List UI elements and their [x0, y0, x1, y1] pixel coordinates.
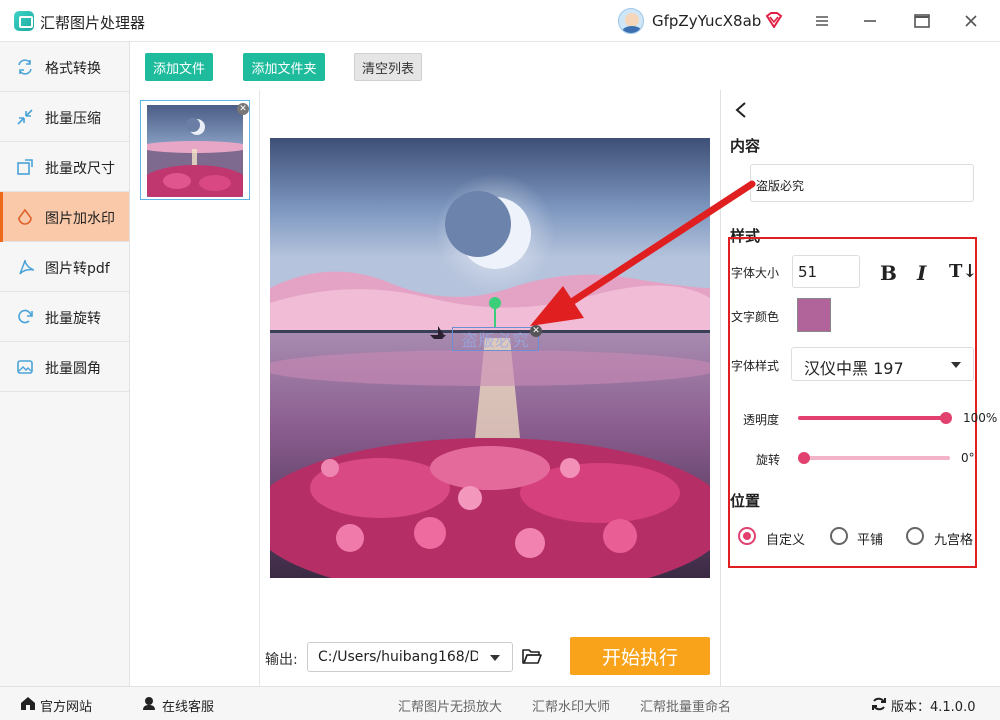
rounded-corner-icon	[17, 360, 33, 374]
sidebar-item-label: 批量改尺寸	[45, 161, 115, 177]
position-section-title: 位置	[730, 492, 761, 510]
file-thumbnail[interactable]: ✕	[140, 100, 250, 200]
watermark-icon	[18, 208, 32, 225]
watermark-text-box[interactable]: 盗版必究	[452, 327, 539, 351]
maximize-icon[interactable]	[910, 9, 934, 33]
add-folder-button[interactable]: 添加文件夹	[243, 53, 325, 81]
text-color-label: 文字颜色	[731, 310, 780, 324]
font-size-input[interactable]: 51	[792, 255, 860, 288]
font-style-label: 字体样式	[731, 359, 780, 373]
output-label: 输出:	[265, 652, 298, 668]
sidebar-item-compress[interactable]: 批量压缩	[0, 92, 129, 142]
watermark-rotate-handle[interactable]	[489, 297, 501, 309]
text-direction-button[interactable]: T↓	[949, 261, 977, 282]
file-list: ✕	[130, 90, 260, 686]
add-file-button[interactable]: 添加文件	[145, 53, 213, 81]
start-button[interactable]: 开始执行	[570, 637, 710, 675]
font-style-select[interactable]: 汉仪中黑 197	[791, 347, 974, 381]
sidebar-item-rotate[interactable]: 批量旋转	[0, 292, 129, 342]
chevron-down-icon	[490, 655, 500, 661]
rotate-slider[interactable]	[804, 456, 950, 460]
refresh-icon[interactable]	[871, 696, 887, 712]
headset-icon	[143, 697, 155, 710]
sidebar-item-label: 批量压缩	[45, 111, 101, 127]
position-radio-tile[interactable]	[830, 527, 848, 545]
sidebar-item-watermark[interactable]: 图片加水印	[0, 192, 129, 242]
font-size-label: 字体大小	[731, 266, 780, 280]
app-logo-icon	[14, 11, 34, 31]
image-preview[interactable]	[270, 138, 710, 578]
rotate-label: 旋转	[756, 453, 781, 467]
user-name[interactable]: GfpZyYucX8ab	[652, 12, 761, 30]
official-website-link[interactable]: 官方网站	[40, 696, 92, 715]
close-icon[interactable]	[959, 9, 983, 33]
chevron-down-icon	[951, 362, 961, 368]
sidebar-item-label: 批量圆角	[45, 361, 101, 377]
back-arrow-icon[interactable]	[733, 101, 749, 119]
home-icon	[21, 697, 35, 710]
sidebar-item-format-convert[interactable]: 格式转换	[0, 42, 129, 92]
rotate-slider-knob[interactable]	[798, 452, 810, 464]
position-option-label: 九宫格	[934, 533, 974, 548]
italic-button[interactable]: I	[917, 261, 926, 285]
font-style-value: 汉仪中黑 197	[804, 359, 904, 378]
minimize-icon[interactable]	[858, 9, 882, 33]
position-option-label: 自定义	[766, 533, 806, 548]
menu-icon[interactable]	[810, 9, 834, 33]
text-color-swatch[interactable]	[797, 298, 831, 332]
online-support-link[interactable]: 在线客服	[162, 696, 214, 715]
output-path-value: C:/Users/huibang168/D	[318, 649, 478, 665]
sidebar-item-resize[interactable]: 批量改尺寸	[0, 142, 129, 192]
sidebar-item-pdf[interactable]: 图片转pdf	[0, 242, 129, 292]
app-title: 汇帮图片处理器	[40, 14, 146, 32]
sidebar-item-label: 格式转换	[45, 61, 101, 77]
content-section-title: 内容	[730, 137, 761, 155]
folder-icon[interactable]	[522, 647, 542, 665]
rotate-value: 0°	[961, 451, 975, 465]
footer-link-watermark-master[interactable]: 汇帮水印大师	[532, 696, 610, 715]
rotate-icon	[18, 309, 33, 324]
opacity-value: 100%	[963, 411, 998, 425]
status-bar: 官方网站 在线客服 汇帮图片无损放大 汇帮水印大师 汇帮批量重命名 版本：4.1…	[0, 686, 1000, 720]
output-path-select[interactable]: C:/Users/huibang168/D	[307, 642, 513, 672]
footer-link-upscale[interactable]: 汇帮图片无损放大	[398, 696, 502, 715]
position-radio-grid[interactable]	[906, 527, 924, 545]
position-option-label: 平铺	[857, 533, 884, 548]
compress-icon	[17, 109, 33, 125]
watermark-handle-stem	[494, 309, 496, 327]
sidebar: 格式转换 批量压缩 批量改尺寸 图片加水印 图片转pdf 批量旋转 批量圆角	[0, 42, 130, 686]
sidebar-item-label: 图片加水印	[45, 211, 115, 227]
format-convert-icon	[18, 59, 32, 75]
clear-list-button[interactable]: 清空列表	[354, 53, 422, 81]
version-label: 版本：4.1.0.0	[891, 700, 976, 715]
remove-file-icon[interactable]: ✕	[237, 103, 249, 115]
vip-diamond-icon[interactable]	[765, 12, 783, 28]
user-avatar[interactable]	[618, 8, 644, 34]
sidebar-item-rounded-corner[interactable]: 批量圆角	[0, 342, 129, 392]
opacity-slider-knob[interactable]	[940, 412, 952, 424]
opacity-label: 透明度	[743, 413, 780, 427]
watermark-content-input[interactable]: 盗版必究	[750, 164, 974, 202]
pdf-icon	[19, 259, 34, 275]
title-bar: 汇帮图片处理器 GfpZyYucX8ab	[0, 0, 1000, 42]
thumbnail-image	[147, 105, 243, 197]
footer-link-rename[interactable]: 汇帮批量重命名	[640, 696, 731, 715]
watermark-remove-icon[interactable]: ✕	[530, 325, 542, 337]
bold-button[interactable]: B	[880, 261, 897, 285]
sidebar-item-label: 图片转pdf	[45, 261, 110, 277]
resize-icon	[17, 159, 33, 175]
position-radio-custom[interactable]	[738, 527, 756, 545]
sidebar-item-label: 批量旋转	[45, 311, 101, 327]
opacity-slider[interactable]	[798, 416, 946, 420]
